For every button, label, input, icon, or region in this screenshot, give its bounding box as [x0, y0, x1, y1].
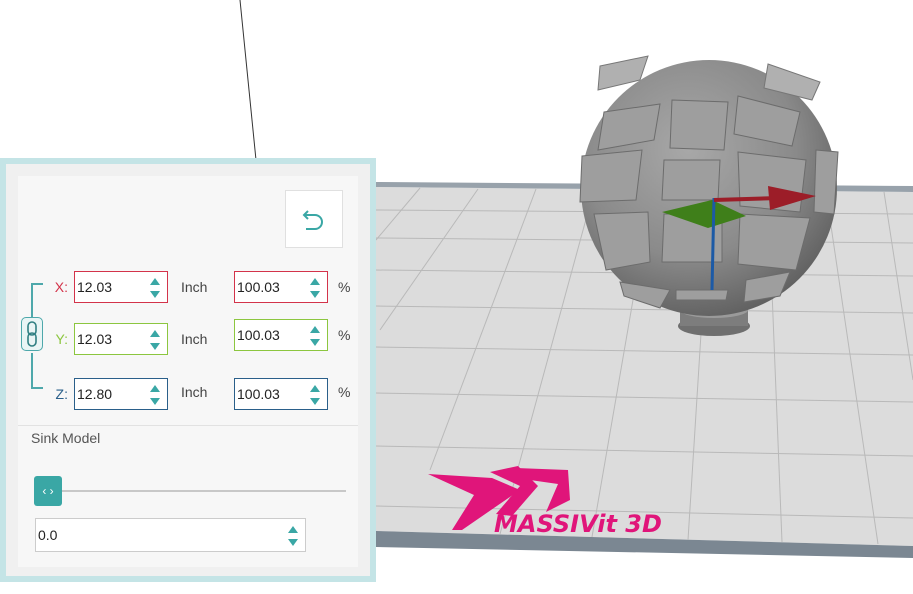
y-size-value: 12.03: [77, 331, 113, 347]
link-bracket-bottom: [31, 353, 43, 389]
sink-slider-handle[interactable]: ‹ ›: [34, 476, 62, 506]
x-size-stepper-icon[interactable]: [148, 275, 162, 301]
z-percent-value: 100.03: [237, 386, 280, 402]
y-percent-sign: %: [338, 327, 351, 343]
slider-handle-glyph: ‹ ›: [42, 484, 54, 498]
sink-value: 0.0: [38, 527, 58, 543]
x-percent-stepper-icon[interactable]: [308, 275, 322, 301]
guide-line: [239, 0, 257, 161]
section-divider: [18, 425, 358, 426]
x-axis-label: X:: [54, 279, 68, 295]
link-bracket-top: [31, 283, 43, 318]
x-unit-label: Inch: [181, 279, 208, 295]
z-size-input[interactable]: 12.80: [74, 378, 168, 410]
z-size-stepper-icon[interactable]: [148, 382, 162, 408]
x-percent-input[interactable]: 100.03: [234, 271, 328, 303]
sink-value-input[interactable]: 0.0: [35, 518, 306, 552]
x-size-value: 12.03: [77, 279, 113, 295]
sink-stepper-icon[interactable]: [286, 523, 300, 549]
z-percent-input[interactable]: 100.03: [234, 378, 328, 410]
undo-icon: [302, 210, 323, 230]
proportional-link-button[interactable]: [21, 317, 43, 351]
svg-text:MASSIVit 3D: MASSIVit 3D: [494, 510, 662, 538]
sink-slider-track[interactable]: [36, 490, 346, 492]
y-unit-label: Inch: [181, 331, 208, 347]
z-percent-stepper-icon[interactable]: [308, 382, 322, 408]
z-unit-label: Inch: [181, 384, 208, 400]
y-size-input[interactable]: 12.03: [74, 323, 168, 355]
z-axis-label: Z:: [55, 386, 68, 402]
x-percent-value: 100.03: [237, 279, 280, 295]
z-size-value: 12.80: [77, 386, 113, 402]
y-percent-input[interactable]: 100.03: [234, 319, 328, 351]
x-size-input[interactable]: 12.03: [74, 271, 168, 303]
scale-panel: X: 12.03 Inch 100.03 % Y: 12.03 Inch 100…: [0, 158, 376, 582]
chain-link-icon: [27, 321, 37, 347]
y-size-stepper-icon[interactable]: [148, 327, 162, 353]
y-percent-stepper-icon[interactable]: [308, 323, 322, 349]
z-percent-sign: %: [338, 384, 351, 400]
y-percent-value: 100.03: [237, 327, 280, 343]
scale-panel-body: X: 12.03 Inch 100.03 % Y: 12.03 Inch 100…: [18, 176, 358, 567]
reset-button[interactable]: [285, 190, 343, 248]
x-percent-sign: %: [338, 279, 351, 295]
y-axis-label: Y:: [55, 331, 68, 347]
sink-model-title: Sink Model: [31, 430, 101, 446]
